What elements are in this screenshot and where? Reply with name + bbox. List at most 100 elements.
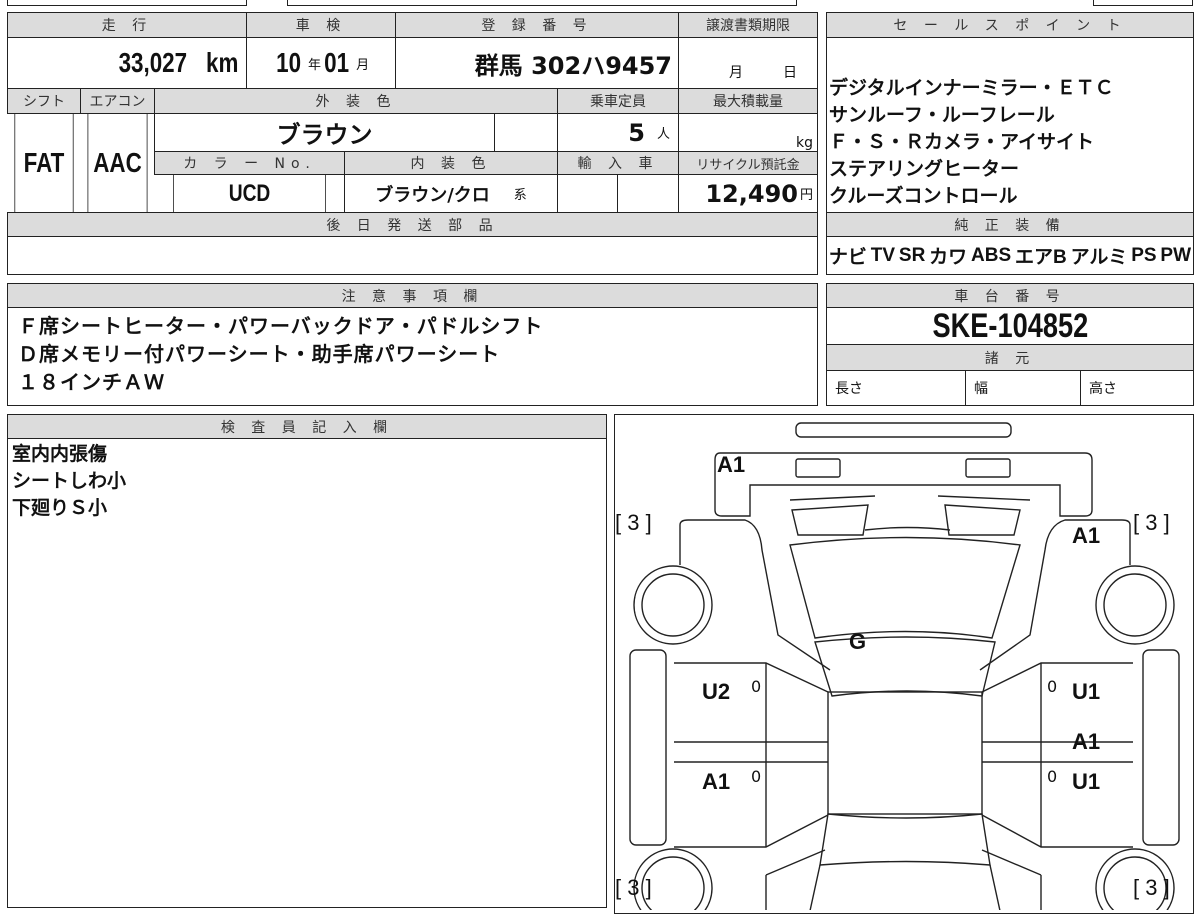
inspector-line: シートしわ小 <box>12 470 127 492</box>
mark-right-rear-door-a: A1 <box>1072 729 1101 754</box>
top-strip <box>1093 0 1193 6</box>
max-load-header: 最大積載量 <box>678 88 818 114</box>
interior-header: 内 装 色 <box>344 151 558 175</box>
spec-header: 諸 元 <box>826 344 1194 371</box>
max-load-cell: kg <box>678 113 818 152</box>
chassis-header: 車 台 番 号 <box>826 283 1194 308</box>
capacity-value: 5 <box>628 118 645 147</box>
year-unit: 年 <box>307 57 321 73</box>
mileage-header: 走 行 <box>7 12 247 38</box>
color-no-value: UCD <box>173 174 326 213</box>
transfer-month: 月 <box>729 65 743 81</box>
mark-windshield: G <box>849 629 867 654</box>
recycle-cell: 12,490 円 <box>678 174 818 213</box>
car-outline-icon <box>629 422 1180 910</box>
sales-point-line: ステアリングヒーター <box>829 158 1020 180</box>
note-line: １８インチＡＷ <box>18 370 165 394</box>
inspector-line: 下廻りＳ小 <box>12 497 108 519</box>
registration-value: 群馬 302ハ9457 <box>474 51 672 80</box>
color-no-header: カ ラ ー No. <box>154 151 345 175</box>
mark-zero: 0 <box>1047 677 1058 696</box>
mark-zero: 0 <box>751 677 762 696</box>
chassis-number: SKE-104852 <box>932 307 1088 345</box>
capacity-header: 乗車定員 <box>557 88 679 114</box>
exterior-extra <box>494 113 558 152</box>
registration-cell: 群馬 302ハ9457 <box>395 37 679 89</box>
equipment-cell: ナビ TV SR カワ ABS エアB アルミ PS PW <box>826 236 1194 275</box>
inspection-year: 10 <box>275 47 301 78</box>
max-load-unit: kg <box>796 135 813 151</box>
note-line: Ｄ席メモリー付パワーシート・助手席パワーシート <box>18 342 501 366</box>
equipment-item: PW <box>1160 244 1192 266</box>
mark-rear-bumper: A1 <box>717 452 746 477</box>
recycle-value: 12,490 <box>705 179 798 208</box>
note-line: Ｆ席シートヒーター・パワーバックドア・パドルシフト <box>18 314 544 338</box>
equipment-item: TV <box>870 244 896 266</box>
top-strip <box>7 0 247 6</box>
chassis-cell: SKE-104852 <box>826 307 1194 345</box>
spec-height: 高さ <box>1080 370 1194 406</box>
damage-diagram: A1 [ 3 ] [ 3 ] A1 G U2 0 0 U1 A1 A1 0 0 … <box>614 414 1194 914</box>
capacity-cell: 5人 <box>557 113 679 152</box>
exterior-header: 外 装 色 <box>154 88 558 114</box>
month-unit: 月 <box>356 57 370 73</box>
inspection-header: 車 検 <box>246 12 396 38</box>
mark-zero: 0 <box>751 767 762 786</box>
transfer-header: 譲渡書類期限 <box>678 12 818 38</box>
import-cell-a <box>557 174 618 213</box>
ac-header: エアコン <box>80 88 155 114</box>
inspection-cell: 10 年 01 月 <box>246 37 396 89</box>
registration-header: 登 録 番 号 <box>395 12 679 38</box>
inspection-month: 01 <box>324 47 350 78</box>
top-strip <box>287 0 797 6</box>
mark-zero: 0 <box>1047 767 1058 786</box>
import-cell-b <box>617 174 679 213</box>
shift-header: シフト <box>7 88 81 114</box>
mark-front-right-tire: [ 3 ] <box>1133 510 1170 535</box>
sales-point-line: デジタルインナーミラー・ＥＴＣ <box>829 77 1114 99</box>
inspector-line: 室内内張傷 <box>12 443 108 465</box>
spec-width: 幅 <box>965 370 1081 406</box>
interior-suffix: 系 <box>513 188 527 203</box>
equipment-header: 純 正 装 備 <box>826 212 1194 237</box>
shift-value: FAT <box>14 113 74 213</box>
notes-header: 注 意 事 項 欄 <box>7 283 818 308</box>
sales-point-line: クルーズコントロール <box>829 185 1018 207</box>
sales-points-header: セ ー ル ス ポ イ ン ト <box>826 12 1194 38</box>
inspector-cell: 室内内張傷 シートしわ小 下廻りＳ小 <box>7 438 607 908</box>
transfer-cell: 月日 <box>678 37 818 89</box>
mark-left-rear-door: A1 <box>702 769 731 794</box>
ac-value: AAC <box>87 113 148 213</box>
mileage-unit: km <box>205 47 238 78</box>
exterior-value: ブラウン <box>154 113 495 152</box>
import-header: 輸 入 車 <box>557 151 679 175</box>
equipment-item: ABS <box>971 244 1012 266</box>
mark-front-right-fender: A1 <box>1072 523 1101 548</box>
mark-rear-right-tire: [ 3 ] <box>1133 875 1170 900</box>
spec-length: 長さ <box>826 370 966 406</box>
sales-point-line: サンルーフ・ルーフレール <box>829 104 1055 126</box>
interior-value: ブラウン/クロ <box>375 184 490 206</box>
sales-point-line: Ｆ・Ｓ・Ｒカメラ・アイサイト <box>829 131 1095 153</box>
inspector-header: 検 査 員 記 入 欄 <box>7 414 607 439</box>
recycle-unit: 円 <box>799 188 813 203</box>
equipment-item: PS <box>1131 244 1157 266</box>
transfer-day: 日 <box>783 65 797 81</box>
equipment-item: アルミ <box>1070 247 1128 268</box>
later-parts-header: 後 日 発 送 部 品 <box>7 212 818 237</box>
recycle-header: リサイクル預託金 <box>678 151 818 175</box>
notes-cell: Ｆ席シートヒーター・パワーバックドア・パドルシフト Ｄ席メモリー付パワーシート・… <box>7 307 818 406</box>
interior-cell: ブラウン/クロ 系 <box>344 174 558 213</box>
capacity-unit: 人 <box>656 127 670 142</box>
sales-points-cell: デジタルインナーミラー・ＥＴＣ サンルーフ・ルーフレール Ｆ・Ｓ・Ｒカメラ・アイ… <box>826 37 1194 213</box>
mileage-cell: 33,027 km <box>7 37 247 89</box>
mark-front-left-tire: [ 3 ] <box>615 510 652 535</box>
mark-right-front-door: U1 <box>1072 679 1101 704</box>
equipment-item: ナビ <box>828 247 867 268</box>
later-parts-cell <box>7 236 818 275</box>
equipment-item: エアB <box>1014 247 1067 268</box>
mark-right-rear-door-u: U1 <box>1072 769 1101 794</box>
mileage-value: 33,027 <box>118 47 187 78</box>
equipment-item: カワ <box>929 247 968 268</box>
mark-left-front-door: U2 <box>702 679 731 704</box>
